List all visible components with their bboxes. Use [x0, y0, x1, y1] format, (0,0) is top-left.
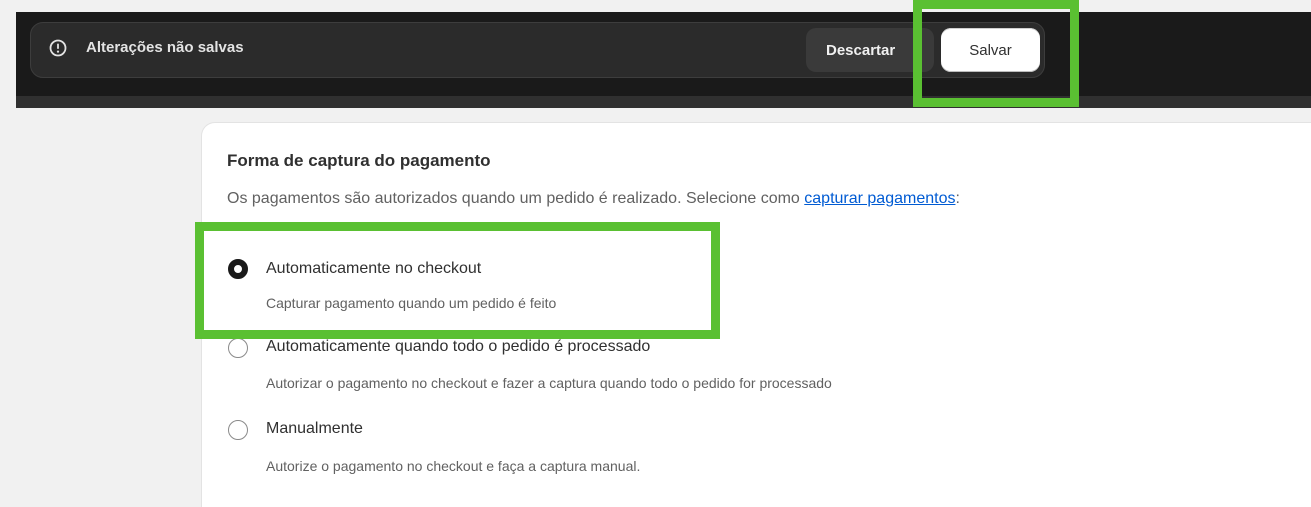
option-help-manual: Autorize o pagamento no checkout e faça …	[266, 458, 641, 474]
card-title: Forma de captura do pagamento	[227, 151, 491, 170]
option-help-automatic-order-processed: Autorizar o pagamento no checkout e faze…	[266, 375, 832, 391]
card-description: Os pagamentos são autorizados quando um …	[227, 190, 960, 208]
capture-payments-link[interactable]: capturar pagamentos	[804, 190, 955, 207]
description-text: Os pagamentos são autorizados quando um …	[227, 190, 805, 207]
top-margin	[0, 0, 1311, 12]
option-label-automatic-order-processed[interactable]: Automaticamente quando todo o pedido é p…	[266, 338, 650, 356]
exclamation-circle-icon	[49, 39, 67, 57]
radio-manual[interactable]	[228, 420, 248, 440]
highlight-save-button	[913, 0, 1079, 107]
radio-automatic-order-processed[interactable]	[228, 338, 248, 358]
description-suffix: :	[955, 190, 960, 207]
save-bar-bottom-edge	[16, 96, 1311, 108]
highlight-automatic-checkout-option	[195, 222, 720, 339]
page: Alterações não salvas Descartar Salvar F…	[0, 0, 1311, 507]
unsaved-changes-message: Alterações não salvas	[86, 39, 244, 56]
option-label-manual[interactable]: Manualmente	[266, 420, 363, 438]
